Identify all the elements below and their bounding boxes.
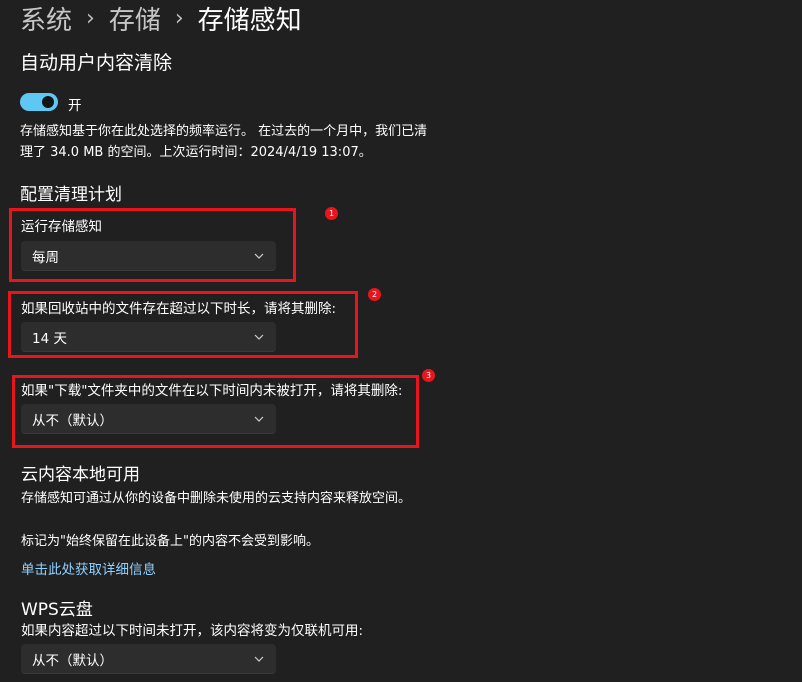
breadcrumb: 系统 › 存储 › 存储感知 bbox=[20, 0, 302, 38]
cloud-content-note: 标记为"始终保留在此设备上"的内容不会受到影响。 bbox=[21, 534, 319, 549]
wps-cloud-value: 从不（默认） bbox=[32, 652, 113, 669]
wps-cloud-title: WPS云盘 bbox=[21, 600, 93, 620]
toggle-state-label: 开 bbox=[68, 98, 82, 114]
learn-more-link[interactable]: 单击此处获取详细信息 bbox=[21, 558, 156, 578]
cloud-content-title: 云内容本地可用 bbox=[21, 465, 140, 485]
auto-cleanup-title: 自动用户内容清除 bbox=[20, 52, 173, 74]
annotation-badge-3: 3 bbox=[422, 369, 435, 382]
annotation-box-1 bbox=[9, 208, 296, 282]
auto-cleanup-toggle[interactable] bbox=[20, 93, 58, 111]
annotation-badge-1: 1 bbox=[325, 207, 338, 220]
auto-cleanup-description: 存储感知基于你在此处选择的频率运行。 在过去的一个月中，我们已清理了 34.0 … bbox=[20, 124, 428, 160]
breadcrumb-storage[interactable]: 存储 bbox=[109, 0, 161, 37]
cloud-content-description: 存储感知可通过从你的设备中删除未使用的云支持内容来释放空间。 bbox=[21, 491, 412, 506]
annotation-box-2 bbox=[8, 291, 358, 358]
chevron-right-icon: › bbox=[86, 5, 95, 31]
toggle-knob bbox=[42, 96, 54, 108]
schedule-title: 配置清理计划 bbox=[20, 185, 122, 205]
chevron-down-icon bbox=[254, 656, 264, 662]
wps-cloud-dropdown[interactable]: 从不（默认） bbox=[21, 644, 276, 674]
annotation-badge-2: 2 bbox=[368, 288, 381, 301]
wps-cloud-label: 如果内容超过以下时间未打开，该内容将变为仅联机可用: bbox=[21, 623, 364, 639]
breadcrumb-system[interactable]: 系统 bbox=[20, 0, 72, 37]
annotation-box-3 bbox=[12, 375, 419, 448]
chevron-right-icon: › bbox=[174, 5, 184, 31]
page-title: 存储感知 bbox=[197, 5, 302, 36]
